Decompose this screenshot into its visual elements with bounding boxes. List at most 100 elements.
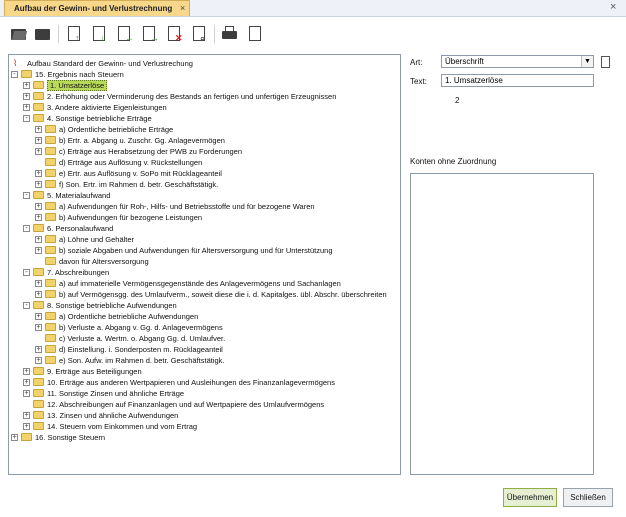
tree-row-label: 7. Abschreibungen — [47, 268, 110, 277]
tree-row-label: d) Erträge aus Auflösung v. Rückstellung… — [59, 158, 203, 167]
folder-icon — [33, 422, 44, 430]
expand-icon[interactable]: + — [23, 368, 30, 375]
indent-button[interactable]: ← — [115, 25, 134, 43]
folder-icon — [33, 81, 44, 89]
tree-row-label: a) Ordentliche betriebliche Erträge — [59, 125, 174, 134]
magnifier-icon: ⌕ — [200, 33, 206, 43]
tree-row-label: e) Ertr. aus Auflösung v. SoPo mit Rückl… — [59, 169, 222, 178]
print-button[interactable] — [221, 25, 239, 43]
folder-icon — [33, 389, 44, 397]
folder-icon — [45, 323, 56, 331]
folder-icon — [33, 378, 44, 386]
folder-open-icon — [11, 29, 26, 40]
new-document-button[interactable] — [246, 25, 264, 43]
expand-icon[interactable]: + — [23, 82, 30, 89]
tree-row-label: b) Verluste a. Abgang v. Gg. d. Anlageve… — [59, 323, 223, 332]
expand-icon[interactable]: + — [23, 104, 30, 111]
tree-row-label: f) Son. Ertr. im Rahmen d. betr. Geschäf… — [59, 180, 219, 189]
folder-icon — [45, 246, 56, 254]
delete-button[interactable]: ✕ — [165, 25, 183, 43]
collapse-icon[interactable]: - — [23, 115, 30, 122]
collapse-icon[interactable]: - — [23, 302, 30, 309]
unassigned-accounts-list[interactable] — [410, 173, 594, 475]
arrow-right-icon: → — [150, 33, 159, 43]
expand-icon[interactable]: + — [35, 126, 42, 133]
search-button[interactable]: ⌕ — [190, 25, 208, 43]
tab-close-icon[interactable]: × — [180, 3, 185, 13]
folder-icon — [45, 158, 56, 166]
tree-row-label: davon für Altersversorgung — [59, 257, 149, 266]
folder-icon — [33, 268, 44, 276]
close-button[interactable]: Schließen — [563, 488, 613, 507]
expand-icon[interactable]: + — [23, 379, 30, 386]
expand-icon[interactable]: + — [35, 203, 42, 210]
folder-icon — [45, 290, 56, 298]
toolbar-separator — [214, 25, 215, 43]
expand-icon[interactable]: + — [35, 137, 42, 144]
gv-structure-tree[interactable]: ⌇ Aufbau Standard der Gewinn- und Verlus… — [8, 54, 401, 475]
folder-icon — [21, 70, 32, 78]
tree-row-label: 3. Andere aktivierte Eigenleistungen — [47, 103, 167, 112]
tree-row-label: a) Löhne und Gehälter — [59, 235, 135, 244]
window-close-icon[interactable]: × — [610, 1, 616, 13]
tree-row-label: c) Verluste a. Wertm. o. Abgang Gg. d. U… — [59, 334, 226, 343]
expand-icon[interactable]: + — [23, 423, 30, 430]
expand-icon[interactable]: + — [23, 93, 30, 100]
collapse-icon[interactable]: - — [23, 192, 30, 199]
move-up-button[interactable]: ↑ — [65, 25, 83, 43]
expand-icon[interactable]: + — [35, 214, 42, 221]
tree-row-label: a) Aufwendungen für Roh-, Hilfs- und Bet… — [59, 202, 315, 211]
expand-icon[interactable]: + — [23, 412, 30, 419]
move-down-button[interactable]: ↓ — [90, 25, 108, 43]
folder-icon — [35, 29, 50, 40]
tab-title: Aufbau der Gewinn- und Verlustrechnung — [14, 4, 173, 13]
expand-icon[interactable]: + — [35, 236, 42, 243]
folder-icon — [45, 279, 56, 287]
folder-icon — [45, 136, 56, 144]
collapse-icon[interactable]: - — [11, 71, 18, 78]
printer-icon — [222, 31, 237, 39]
expand-icon[interactable]: + — [35, 346, 42, 353]
arrow-down-icon: ↓ — [100, 33, 105, 43]
tree-row-label: d) Einstellung. i. Sonderposten m. Rückl… — [59, 345, 223, 354]
expand-icon[interactable]: + — [35, 181, 42, 188]
expand-icon[interactable]: + — [11, 434, 18, 441]
art-select[interactable]: Überschrift ▼ — [441, 55, 594, 68]
tree-row-label: 15. Ergebnis nach Steuern — [35, 70, 124, 79]
folder-icon — [33, 224, 44, 232]
expand-icon[interactable]: + — [35, 291, 42, 298]
document-tab[interactable]: Aufbau der Gewinn- und Verlustrechnung × — [4, 0, 190, 16]
tree-row-label: b) auf Vermögensgg. des Umlaufverm., sow… — [59, 290, 387, 299]
expand-icon[interactable]: + — [35, 170, 42, 177]
folder-icon — [45, 235, 56, 243]
delete-x-icon: ✕ — [175, 33, 183, 43]
arrow-left-icon: ← — [125, 33, 134, 43]
chevron-down-icon[interactable]: ▼ — [581, 56, 593, 67]
folder-icon — [45, 180, 56, 188]
document-icon[interactable] — [601, 56, 610, 68]
expand-icon[interactable]: + — [35, 313, 42, 320]
tree-row-label: b) Aufwendungen für bezogene Leistungen — [59, 213, 203, 222]
art-label: Art: — [410, 58, 423, 67]
folder-icon — [33, 301, 44, 309]
expand-icon[interactable]: + — [35, 148, 42, 155]
outdent-button[interactable]: → — [140, 25, 159, 43]
tree-row-label: 5. Materialaufwand — [47, 191, 111, 200]
tree-row-label: 9. Erträge aus Beteiligungen — [47, 367, 142, 376]
collapse-icon[interactable]: - — [23, 269, 30, 276]
tree-row-label: a) Ordentliche betriebliche Aufwendungen — [59, 312, 199, 321]
new-folder-button[interactable] — [9, 25, 27, 43]
tree-row-label: 16. Sonstige Steuern — [35, 433, 106, 442]
folder-icon — [45, 257, 56, 265]
expand-icon[interactable]: + — [35, 247, 42, 254]
expand-icon[interactable]: + — [35, 357, 42, 364]
open-folder-button[interactable] — [33, 25, 51, 43]
expand-icon[interactable]: + — [23, 390, 30, 397]
collapse-icon[interactable]: - — [23, 225, 30, 232]
document-icon — [249, 26, 261, 41]
expand-icon[interactable]: + — [35, 324, 42, 331]
expand-icon[interactable]: + — [35, 280, 42, 287]
apply-button[interactable]: Übernehmen — [503, 488, 557, 507]
tree-row-label: 4. Sonstige betriebliche Erträge — [47, 114, 152, 123]
text-input[interactable]: 1. Umsatzerlöse — [441, 74, 594, 87]
